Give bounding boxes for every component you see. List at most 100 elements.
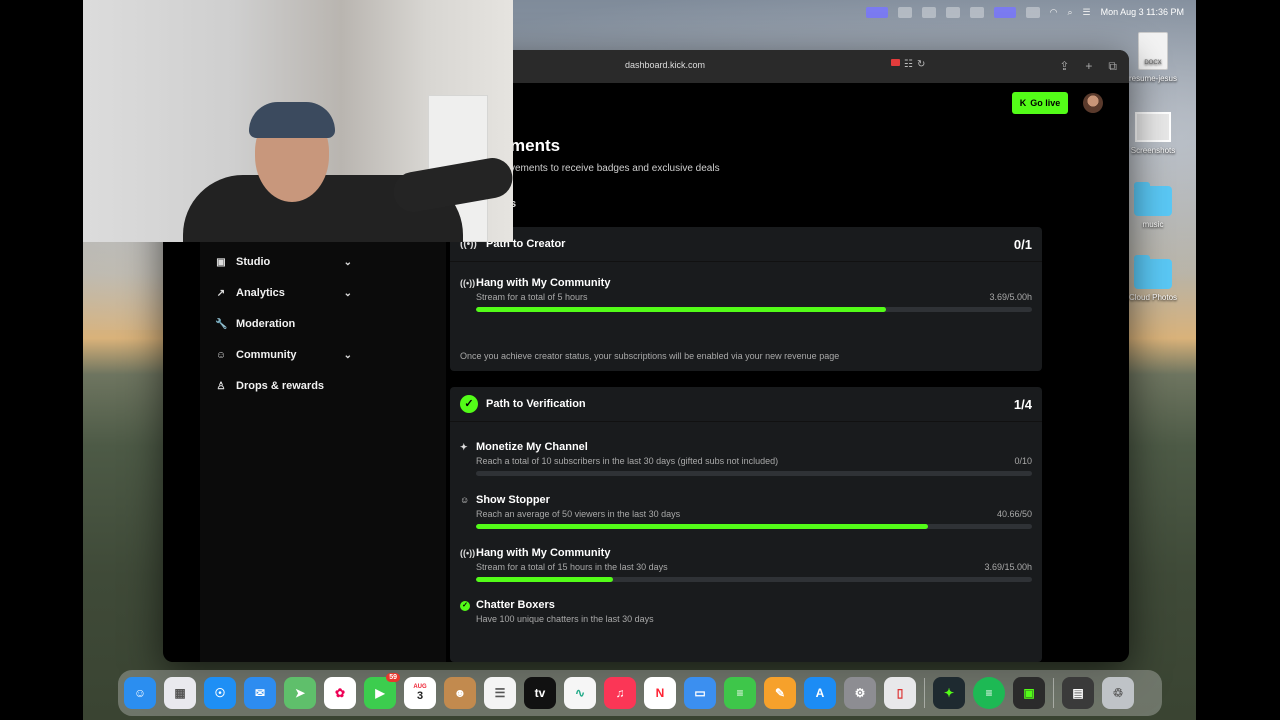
verification-path-card: ✓ Path to Verification 1/4 ✦ Monetize My … xyxy=(450,387,1042,662)
toolbar-actions: ⇪ + ⧉ xyxy=(1059,59,1117,74)
streaming-app-icon[interactable]: ▣ xyxy=(1013,677,1045,709)
launchpad-icon[interactable]: ▦ xyxy=(164,677,196,709)
achievement-item: ✓ Chatter Boxers Have 100 unique chatters… xyxy=(460,599,1032,624)
achievement-item: ✦ Monetize My Channel Reach a total of 10… xyxy=(460,441,1032,476)
achievement-item: ☺ Show Stopper Reach an average of 50 vie… xyxy=(460,494,1032,529)
status-icon[interactable] xyxy=(969,6,984,18)
freeform-icon[interactable]: ∿ xyxy=(564,677,596,709)
achievement-title: Hang with My Community xyxy=(476,547,611,559)
iphone-mirroring-icon[interactable]: ▯ xyxy=(884,677,916,709)
control-center-icon[interactable]: ☰ xyxy=(1083,7,1091,18)
chevron-down-icon[interactable]: ⌄ xyxy=(344,288,352,299)
webcam-overlay xyxy=(83,0,513,242)
desktop-item-label: resume-jesus xyxy=(1128,74,1177,83)
achievement-progress-text: 3.69/15.00h xyxy=(984,562,1032,572)
file-type-badge: DOCX xyxy=(1144,60,1162,66)
achievement-description: Reach a total of 10 subscribers in the l… xyxy=(476,456,779,466)
card-score: 0/1 xyxy=(1013,236,1032,252)
webcam-person-cap xyxy=(249,102,335,138)
battery-icon[interactable] xyxy=(1025,6,1040,18)
viewers-icon: ☺ xyxy=(460,495,470,505)
sidebar-item-analytics[interactable]: ↗ Analytics ⌄ xyxy=(200,282,360,304)
reminders-icon[interactable]: ☰ xyxy=(484,677,516,709)
wifi-icon[interactable]: ◠ xyxy=(1050,7,1058,18)
calendar-day: 3 xyxy=(416,690,424,702)
photos-icon[interactable]: ✿ xyxy=(324,677,356,709)
sidebar-item-label: Moderation xyxy=(236,318,296,330)
maps-icon[interactable]: ➤ xyxy=(284,677,316,709)
reload-icon[interactable]: ↻ xyxy=(917,59,925,70)
status-icon[interactable] xyxy=(921,6,936,18)
notification-badge: 59 xyxy=(386,673,400,682)
pages-icon[interactable]: ✎ xyxy=(764,677,796,709)
facetime-icon[interactable]: ▶ 59 xyxy=(364,673,400,709)
folder-icon xyxy=(1134,255,1172,289)
document-icon: DOCX xyxy=(1138,32,1168,70)
achievement-description: Stream for a total of 15 hours in the la… xyxy=(476,562,668,572)
folder-icon xyxy=(1134,182,1172,216)
kick-logo-icon: K xyxy=(1019,98,1027,108)
achievement-title: Hang with My Community xyxy=(476,277,611,289)
verified-badge-icon: ✓ xyxy=(460,395,478,413)
recent-window-icon[interactable]: ▤ xyxy=(1062,677,1094,709)
chevron-down-icon[interactable]: ⌄ xyxy=(344,350,352,361)
sidebar-item-community[interactable]: ☺ Community ⌄ xyxy=(200,344,360,366)
desktop-item-label: Cloud Photos xyxy=(1128,293,1178,302)
news-icon[interactable]: N xyxy=(644,677,676,709)
dock-separator xyxy=(924,678,925,708)
safari-icon[interactable]: ☉ xyxy=(204,677,236,709)
avatar[interactable] xyxy=(1083,93,1103,113)
card-header: ((•)) Path to Creator 0/1 xyxy=(450,227,1042,262)
search-icon[interactable]: ⌕ xyxy=(1067,7,1072,18)
sidebar: ▣ Studio ⌄ ↗ Analytics ⌄ 🔧 Moderation ☺ … xyxy=(200,233,446,662)
broadcast-icon: ((•)) xyxy=(460,548,476,558)
achievement-title: Show Stopper xyxy=(476,494,550,506)
app-store-icon[interactable]: A xyxy=(804,677,836,709)
contacts-icon[interactable]: ☻ xyxy=(444,677,476,709)
camera-icon[interactable] xyxy=(891,59,900,66)
sidebar-item-label: Drops & rewards xyxy=(236,380,325,392)
sidebar-item-drops-rewards[interactable]: ♙ Drops & rewards xyxy=(200,375,360,397)
sidebar-item-label: Analytics xyxy=(236,287,285,299)
translate-icon[interactable]: ☷ xyxy=(904,59,913,70)
menu-bar-clock[interactable]: Mon Aug 3 11:36 PM xyxy=(1101,7,1184,17)
go-live-button[interactable]: K Go live xyxy=(1012,92,1068,114)
sidebar-item-studio[interactable]: ▣ Studio ⌄ xyxy=(200,251,360,273)
new-tab-icon[interactable]: + xyxy=(1085,59,1092,74)
sidebar-item-moderation[interactable]: 🔧 Moderation xyxy=(200,313,360,335)
screenshot-icon xyxy=(1135,112,1171,142)
numbers-icon[interactable]: ≡ xyxy=(724,677,756,709)
status-icon[interactable] xyxy=(897,6,912,18)
desktop-item-label: music xyxy=(1142,220,1164,229)
drops-icon: ♙ xyxy=(216,380,226,392)
mail-icon[interactable]: ✉ xyxy=(244,677,276,709)
chevron-down-icon[interactable]: ⌄ xyxy=(344,257,352,268)
tabs-overview-icon[interactable]: ⧉ xyxy=(1108,59,1117,74)
music-icon[interactable]: ♫ xyxy=(604,677,636,709)
finder-icon[interactable]: ☺ xyxy=(124,677,156,709)
share-icon[interactable]: ⇪ xyxy=(1059,59,1069,74)
sparkle-icon: ✦ xyxy=(460,441,468,452)
community-icon: ☺ xyxy=(215,349,227,361)
display-icon[interactable] xyxy=(993,6,1016,18)
progress-bar xyxy=(476,524,1032,529)
status-icon[interactable] xyxy=(945,6,960,18)
kick-app-icon[interactable]: ✦ xyxy=(933,677,965,709)
achievement-item: ((•)) Hang with My Community Stream for a… xyxy=(460,547,1032,582)
sidebar-item-label: Studio xyxy=(236,256,271,268)
achievement-progress-text: 40.66/50 xyxy=(996,509,1032,519)
sidebar-item-label: Community xyxy=(236,349,297,361)
keynote-icon[interactable]: ▭ xyxy=(684,677,716,709)
progress-fill xyxy=(476,524,929,529)
calendar-icon[interactable]: AUG 3 xyxy=(404,677,436,709)
screen-record-icon[interactable] xyxy=(865,6,888,18)
address-bar[interactable]: dashboard.kick.com xyxy=(625,60,705,70)
apple-tv-icon[interactable]: tv xyxy=(524,677,556,709)
trash-icon[interactable]: ♲ xyxy=(1102,677,1134,709)
wrench-icon: 🔧 xyxy=(215,318,228,330)
progress-bar xyxy=(476,307,1032,312)
progress-bar xyxy=(476,577,1032,582)
desktop-item-label: Screenshots xyxy=(1130,146,1176,155)
system-settings-icon[interactable]: ⚙ xyxy=(844,677,876,709)
spotify-icon[interactable]: ≡ xyxy=(973,677,1005,709)
